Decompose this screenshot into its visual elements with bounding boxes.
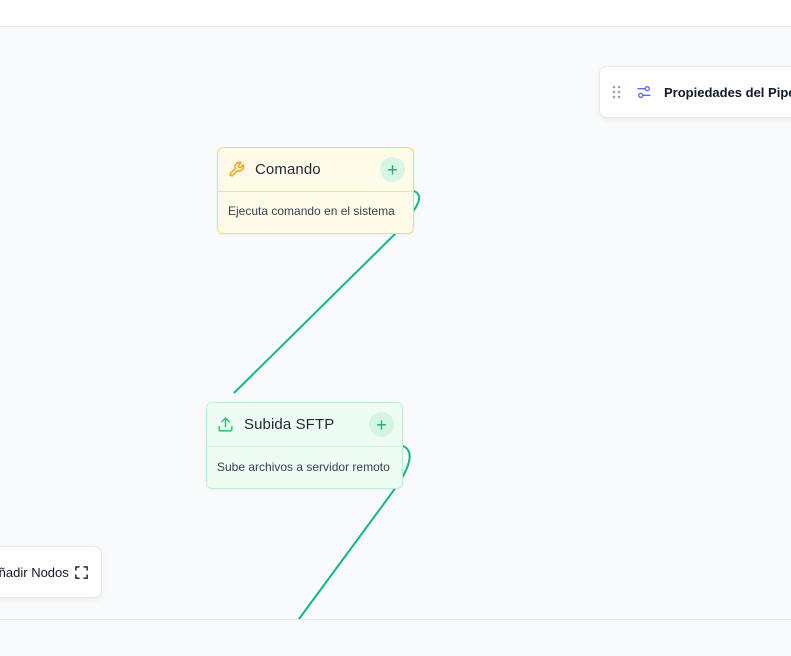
panel-title: Propiedades del Pipeline — [664, 84, 791, 100]
pipeline-properties-panel[interactable]: Propiedades del Pipeline — [599, 66, 791, 118]
upload-icon — [217, 416, 234, 433]
node-comando[interactable]: Comando + Ejecuta comando en el sistema — [217, 147, 414, 234]
add-nodes-label[interactable]: Añadir Nodos — [0, 565, 69, 580]
bottom-bar — [0, 619, 791, 656]
add-nodes-panel[interactable]: Añadir Nodos — [0, 546, 102, 598]
node-description: Ejecuta comando en el sistema — [228, 204, 395, 218]
node-subida-sftp[interactable]: Subida SFTP + Sube archivos a servidor r… — [206, 402, 403, 489]
sliders-icon — [636, 84, 652, 100]
node-title: Subida SFTP — [244, 416, 335, 433]
expand-icon[interactable] — [74, 565, 89, 580]
drag-handle-icon[interactable] — [612, 85, 622, 99]
node-title: Comando — [255, 161, 321, 178]
add-node-button[interactable]: + — [369, 412, 394, 437]
wrench-icon — [228, 161, 245, 178]
node-description: Sube archivos a servidor remoto — [217, 460, 390, 474]
add-node-button[interactable]: + — [380, 157, 405, 182]
top-bar — [0, 0, 791, 27]
